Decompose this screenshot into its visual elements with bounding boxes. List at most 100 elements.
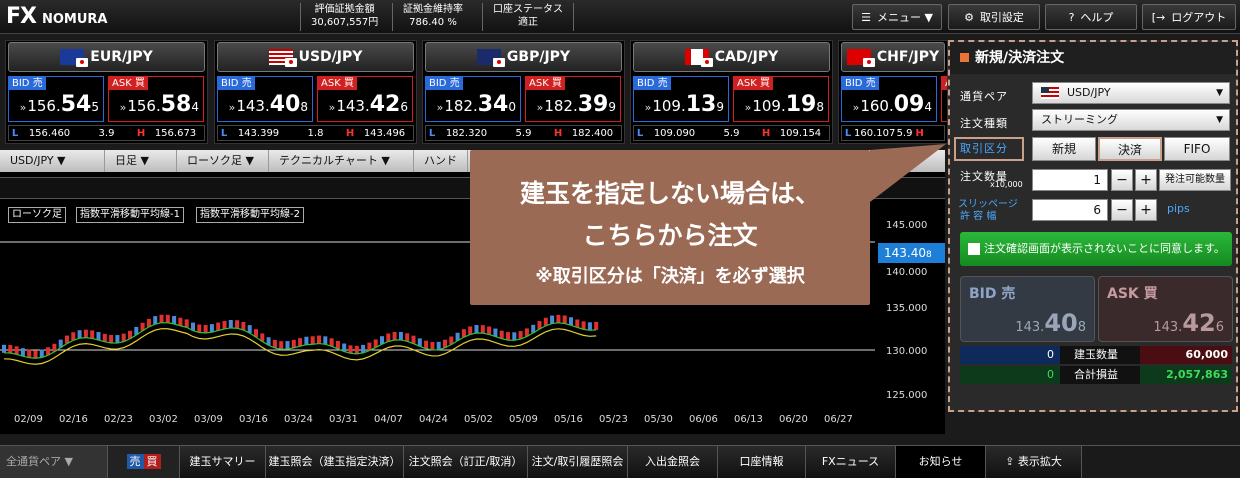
candle	[172, 315, 177, 324]
tab-position-summary[interactable]: 建玉サマリー	[180, 446, 266, 478]
qty-input[interactable]: 1	[1032, 169, 1108, 191]
qty-plus-button[interactable]: +	[1135, 169, 1157, 191]
candle	[354, 345, 359, 354]
top-header: FX NOMURA 評価証拠金額 30,607,557円 証拠金維持率 786.40…	[0, 0, 1240, 34]
slippage-plus-button[interactable]: +	[1135, 199, 1157, 221]
x-tick-label: 05/16	[554, 414, 583, 425]
max-qty-button[interactable]: 発注可能数量	[1159, 169, 1231, 191]
technical-chart-select[interactable]: テクニカルチャート ▼	[269, 150, 414, 172]
pair-panel: GBP/JPY BID 売 »182.340 ASK 買 »182.399 L 182…	[422, 40, 625, 144]
tab-history[interactable]: 注文/取引履歴照会	[528, 446, 628, 478]
candle	[506, 332, 510, 341]
side-toggle[interactable]: 売買	[108, 446, 180, 478]
chart-type-select[interactable]: ローソク足 ▼	[177, 150, 269, 172]
candle	[581, 321, 586, 330]
ask-price-box[interactable]: ASK 買 »109.198	[733, 76, 829, 122]
candle	[317, 335, 321, 344]
chart-period-select[interactable]: 日足 ▼	[105, 150, 177, 172]
pair-panel: CHF/JPY BID 売»160.094 ASK 買» L160.1075.9…	[838, 40, 948, 144]
chevron-down-icon: »	[436, 101, 444, 114]
pair-title[interactable]: CAD/JPY	[633, 42, 830, 72]
seg-new[interactable]: 新規	[1032, 137, 1096, 161]
agree-checkbox-row[interactable]: 注文確認画面が表示されないことに同意します。	[960, 232, 1232, 266]
trade-type-label: 取引区分	[954, 137, 1024, 161]
pair-title[interactable]: USD/JPY	[217, 42, 414, 72]
qty-minus-button[interactable]: −	[1111, 169, 1133, 191]
order-type-select[interactable]: ストリーミング ▼	[1032, 109, 1230, 131]
candle	[77, 330, 82, 339]
candle	[543, 317, 548, 326]
slippage-minus-button[interactable]: −	[1111, 199, 1133, 221]
candle	[487, 326, 492, 335]
bottom-tabbar: 全通貨ペア ▼ 売買 建玉サマリー 建玉照会（建玉指定決済） 注文照会（訂正/取…	[0, 445, 1240, 478]
help-button[interactable]: ? ヘルプ	[1045, 4, 1137, 30]
menu-button[interactable]: ☰ メニュー ▼	[852, 4, 942, 30]
ask-price-box[interactable]: ASK 買 »143.426	[317, 76, 413, 122]
bid-price-box[interactable]: BID 売 »143.408	[217, 76, 313, 122]
chevron-down-icon: »	[19, 101, 27, 114]
candle	[430, 341, 435, 350]
candle	[115, 335, 120, 344]
candle	[90, 330, 95, 339]
hand-tool[interactable]: ハンド	[414, 150, 468, 172]
candle	[386, 333, 391, 342]
tab-position-inquiry[interactable]: 建玉照会（建玉指定決済）	[266, 446, 404, 478]
chart-pair-select[interactable]: USD/JPY ▼	[0, 150, 105, 172]
x-tick-label: 06/20	[779, 414, 808, 425]
x-tick-label: 02/09	[14, 414, 43, 425]
checkbox[interactable]	[968, 243, 980, 255]
bid-price-box[interactable]: BID 売 »160.094	[841, 76, 937, 122]
y-tick-label: 140.000	[886, 267, 928, 278]
pair-title[interactable]: GBP/JPY	[425, 42, 622, 72]
tab-order-inquiry[interactable]: 注文照会（訂正/取消）	[404, 446, 528, 478]
pair-panel: EUR/JPY BID 売 »156.545 ASK 買 »156.584 L 156…	[5, 40, 208, 144]
candle	[493, 328, 498, 337]
bid-price-box[interactable]: BID 売 »109.139	[633, 76, 729, 122]
candle	[405, 333, 410, 342]
tab-fx-news[interactable]: FXニュース	[806, 446, 896, 478]
logout-button[interactable]: [→ ログアウト	[1142, 4, 1236, 30]
bid-price-box[interactable]: BID 売 »156.545	[8, 76, 104, 122]
ask-buy-button[interactable]: ASK 買 143.426	[1098, 276, 1233, 342]
tab-notices[interactable]: お知らせ	[896, 446, 986, 478]
expand-view-button[interactable]: ⇪ 表示拡大	[986, 446, 1082, 478]
seg-fifo[interactable]: FIFO	[1164, 137, 1230, 161]
candle	[71, 332, 76, 341]
candle	[398, 331, 403, 340]
candle	[39, 349, 44, 358]
low-high-row: L 160.107 5.9 H	[841, 125, 945, 141]
tab-deposits[interactable]: 入出金照会	[628, 446, 718, 478]
candle	[178, 317, 183, 326]
ask-price-box[interactable]: ASK 買 »182.399	[525, 76, 621, 122]
nomura-logo: FX NOMURA	[6, 4, 108, 29]
candle	[411, 335, 416, 344]
candle	[153, 316, 158, 325]
chevron-down-icon: ▼	[64, 455, 73, 468]
pair-filter-select[interactable]: 全通貨ペア ▼	[0, 446, 108, 478]
candle	[14, 346, 19, 355]
pair-select[interactable]: USD/JPY ▼	[1032, 82, 1230, 104]
pair-flag-icon	[60, 49, 89, 67]
trade-settings-button[interactable]: ⚙ 取引設定	[948, 4, 1040, 30]
ask-price-box[interactable]: ASK 買»	[941, 76, 947, 122]
pair-flag-icon	[268, 49, 297, 67]
logo-name: NOMURA	[42, 12, 108, 27]
bid-sell-button[interactable]: BID 売 143.408	[960, 276, 1095, 342]
candle	[228, 319, 233, 328]
candle	[468, 326, 473, 335]
low-high-row: L 143.399 1.8 H 143.496	[217, 125, 414, 141]
pair-title[interactable]: EUR/JPY	[8, 42, 205, 72]
ask-price-box[interactable]: ASK 買 »156.584	[108, 76, 204, 122]
candle	[83, 329, 88, 338]
bid-price-box[interactable]: BID 売 »182.340	[425, 76, 521, 122]
chevron-down-icon: »	[744, 101, 752, 114]
pair-title[interactable]: CHF/JPY	[841, 42, 945, 72]
candle	[8, 345, 13, 354]
x-tick-label: 02/16	[59, 414, 88, 425]
slippage-input[interactable]: 6	[1032, 199, 1108, 221]
seg-settle[interactable]: 決済	[1098, 137, 1162, 161]
candle	[216, 322, 221, 331]
candle	[279, 341, 284, 350]
candle	[512, 332, 517, 341]
tab-account-info[interactable]: 口座情報	[718, 446, 806, 478]
